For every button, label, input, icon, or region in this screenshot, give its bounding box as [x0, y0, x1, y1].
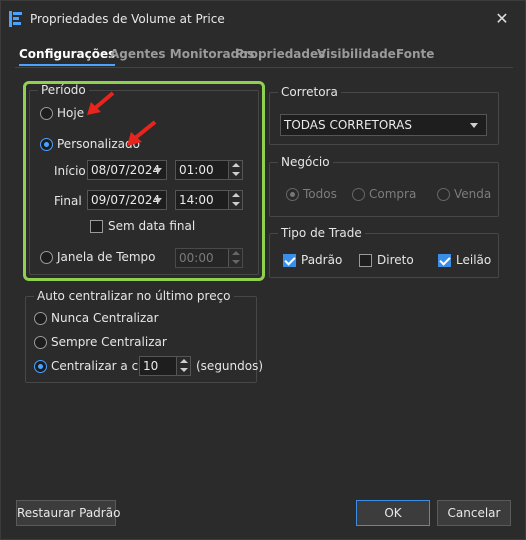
janela-time-spinner: 00:00: [175, 248, 243, 268]
radio-janela-dot[interactable]: [40, 250, 53, 264]
title-bar: Propriedades de Volume at Price ✕: [1, 1, 525, 39]
radio-negocio-venda: Venda: [437, 187, 491, 201]
checkbox-direto-label: Direto: [377, 253, 414, 267]
radio-hoje[interactable]: Hoje: [40, 106, 84, 120]
checkbox-leilao-box[interactable]: [438, 253, 451, 267]
close-icon[interactable]: ✕: [493, 10, 511, 28]
radio-todos-label: Todos: [303, 187, 337, 201]
spin-arrows-icon[interactable]: [228, 161, 242, 179]
tab-configuracoes[interactable]: Configurações: [19, 47, 116, 66]
red-arrow-icon: [127, 120, 157, 146]
centralizar-unit-label: (segundos): [196, 359, 264, 373]
radio-nunca-centralizar[interactable]: Nunca Centralizar: [34, 311, 159, 325]
window-title: Propriedades de Volume at Price: [30, 12, 225, 26]
radio-compra-dot: [352, 187, 365, 201]
radio-personalizado-dot[interactable]: [40, 137, 53, 151]
radio-venda-dot: [437, 187, 450, 201]
final-date-dropdown[interactable]: 09/07/2024: [87, 190, 167, 210]
app-logo-icon: [9, 11, 23, 27]
inicio-time-value: 01:00: [179, 163, 214, 177]
checkbox-padrao-label: Padrão: [301, 253, 343, 267]
tab-visibilidade[interactable]: Visibilidade: [317, 47, 396, 61]
cancel-button[interactable]: Cancelar: [437, 500, 511, 526]
checkbox-direto-box[interactable]: [359, 253, 372, 267]
checkbox-padrao-box[interactable]: [283, 253, 296, 267]
inicio-date-value: 08/07/2024: [91, 163, 161, 177]
checkbox-direto[interactable]: Direto: [359, 253, 414, 267]
radio-venda-label: Venda: [454, 187, 492, 201]
tab-agentes-monitorados[interactable]: Agentes Monitorados: [110, 47, 255, 61]
radio-negocio-compra: Compra: [352, 187, 416, 201]
radio-hoje-label: Hoje: [57, 106, 85, 120]
radio-a-cada-dot[interactable]: [34, 359, 47, 373]
checkbox-sem-data-final-box[interactable]: [90, 219, 103, 233]
chevron-down-icon: [154, 168, 162, 173]
tab-propriedades[interactable]: Propriedades: [235, 47, 325, 61]
tipo-trade-legend: Tipo de Trade: [281, 226, 362, 240]
radio-sempre-label: Sempre Centralizar: [51, 335, 167, 349]
checkbox-padrao[interactable]: Padrão: [283, 253, 342, 267]
radio-compra-label: Compra: [369, 187, 417, 201]
janela-time-value: 00:00: [179, 251, 214, 265]
radio-todos-dot: [286, 187, 299, 201]
radio-janela-de-tempo[interactable]: Janela de Tempo: [40, 250, 156, 264]
corretora-value: TODAS CORRETORAS: [284, 118, 412, 132]
final-time-spinner[interactable]: 14:00: [175, 190, 243, 210]
spin-arrows-icon: [228, 249, 242, 267]
radio-nunca-dot[interactable]: [34, 311, 47, 325]
tab-divider: [15, 67, 513, 68]
periodo-legend: Período: [41, 83, 86, 97]
inicio-label: Início: [54, 164, 86, 178]
corretora-legend: Corretora: [281, 85, 338, 99]
chevron-down-icon: [470, 123, 478, 128]
properties-dialog: Propriedades de Volume at Price ✕ Config…: [0, 0, 526, 540]
inicio-date-dropdown[interactable]: 08/07/2024: [87, 160, 167, 180]
radio-sempre-dot[interactable]: [34, 335, 47, 349]
final-date-value: 09/07/2024: [91, 193, 161, 207]
tipo-trade-group: Tipo de Trade: [269, 226, 499, 278]
ok-button[interactable]: OK: [356, 500, 430, 526]
checkbox-sem-data-final-label: Sem data final: [108, 219, 196, 233]
centralizar-interval-value: 10: [143, 359, 159, 373]
radio-janela-label: Janela de Tempo: [57, 250, 156, 264]
radio-nunca-label: Nunca Centralizar: [51, 311, 159, 325]
radio-sempre-centralizar[interactable]: Sempre Centralizar: [34, 335, 167, 349]
final-label: Final: [54, 194, 82, 208]
negocio-group: Negócio: [269, 155, 499, 217]
checkbox-leilao[interactable]: Leilão: [438, 253, 491, 267]
chevron-down-icon: [154, 198, 162, 203]
final-time-value: 14:00: [179, 193, 214, 207]
tab-fonte[interactable]: Fonte: [396, 47, 434, 61]
centralizar-interval-spinner[interactable]: 10: [139, 356, 191, 376]
restore-defaults-button[interactable]: Restaurar Padrão: [16, 500, 120, 526]
checkbox-sem-data-final[interactable]: Sem data final: [90, 219, 195, 233]
spin-arrows-icon[interactable]: [228, 191, 242, 209]
radio-negocio-todos: Todos: [286, 187, 337, 201]
negocio-legend: Negócio: [281, 155, 330, 169]
spin-arrows-icon[interactable]: [176, 357, 190, 375]
auto-centralizar-legend: Auto centralizar no último preço: [37, 289, 231, 303]
red-arrow-icon: [87, 91, 115, 115]
inicio-time-spinner[interactable]: 01:00: [175, 160, 243, 180]
checkbox-leilao-label: Leilão: [456, 253, 492, 267]
radio-hoje-dot[interactable]: [40, 106, 53, 120]
corretora-dropdown[interactable]: TODAS CORRETORAS: [280, 114, 487, 136]
